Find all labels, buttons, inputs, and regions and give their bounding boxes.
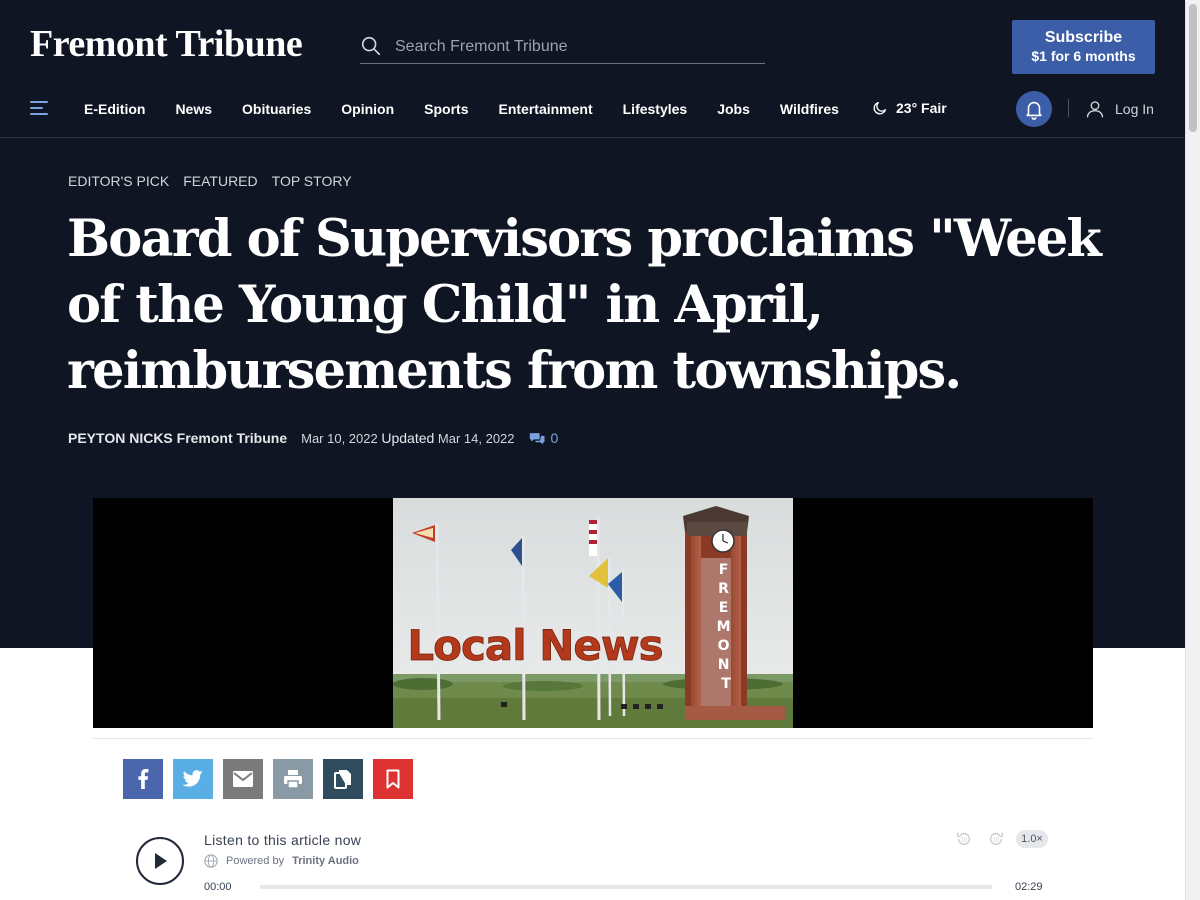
subscribe-offer: $1 for 6 months [1031, 48, 1136, 64]
skip-back-seconds: 10 [961, 838, 968, 844]
search-icon[interactable] [360, 35, 382, 57]
listen-label: Listen to this article now [204, 832, 362, 848]
svg-text:F R E: F R E M O N T [717, 562, 736, 692]
playback-speed-button[interactable]: 1.0× [1016, 830, 1048, 848]
skip-forward-icon[interactable]: 10 [987, 830, 1005, 848]
author-link[interactable]: PEYTON NICKS Fremont Tribune [68, 430, 287, 446]
menu-icon[interactable] [30, 100, 50, 116]
nav-items: E-Edition News Obituaries Opinion Sports… [84, 101, 869, 117]
local-news-photo: F R E M O N T Local News [393, 498, 793, 728]
facebook-icon [138, 769, 149, 789]
share-facebook-button[interactable] [123, 759, 163, 799]
article-dates: Mar 10, 2022 Updated Mar 14, 2022 [301, 430, 514, 446]
comments-link[interactable]: 0 [529, 430, 559, 446]
updated-label: Updated [381, 430, 435, 446]
email-icon [233, 771, 253, 787]
search-bar[interactable] [360, 30, 765, 64]
login-label: Log In [1115, 101, 1154, 117]
nav-item-obituaries[interactable]: Obituaries [242, 101, 311, 117]
bell-icon [1026, 101, 1042, 120]
skip-forward-seconds: 10 [993, 838, 1000, 844]
audio-progress-bar[interactable] [260, 885, 992, 889]
tag-featured[interactable]: FEATURED [183, 173, 257, 189]
login-link[interactable]: Log In [1085, 99, 1154, 119]
nav-item-wildfires[interactable]: Wildfires [780, 101, 839, 117]
time-total: 02:29 [1015, 881, 1043, 893]
weather-text: 23° Fair [896, 100, 947, 116]
nav-item-jobs[interactable]: Jobs [717, 101, 750, 117]
main-nav: E-Edition News Obituaries Opinion Sports… [0, 88, 1185, 138]
local-news-overlay: Local News [407, 621, 662, 670]
copy-icon [334, 770, 351, 789]
share-email-button[interactable] [223, 759, 263, 799]
scrollbar-thumb[interactable] [1189, 4, 1197, 132]
tag-top-story[interactable]: TOP STORY [272, 173, 352, 189]
updated-date: Mar 14, 2022 [437, 431, 515, 446]
play-icon [155, 853, 167, 869]
nav-item-news[interactable]: News [175, 101, 212, 117]
nav-item-opinion[interactable]: Opinion [341, 101, 394, 117]
page-scrollbar[interactable] [1185, 0, 1200, 900]
print-button[interactable] [273, 759, 313, 799]
lead-image[interactable]: F R E M O N T Local News [393, 498, 793, 728]
notifications-button[interactable] [1016, 91, 1052, 127]
user-icon [1086, 101, 1104, 118]
weather-widget[interactable]: 23° Fair [872, 100, 947, 116]
nav-item-sports[interactable]: Sports [424, 101, 468, 117]
twitter-icon [182, 770, 203, 787]
tag-editors-pick[interactable]: EDITOR'S PICK [68, 173, 169, 189]
play-button[interactable] [136, 837, 184, 885]
site-logo[interactable]: Fremont Tribune [30, 22, 303, 66]
audio-player: Listen to this article now Powered by Tr… [123, 822, 1063, 900]
skip-back-icon[interactable]: 10 [955, 830, 973, 848]
moon-icon [873, 102, 886, 115]
bookmark-button[interactable] [373, 759, 413, 799]
nav-item-lifestyles[interactable]: Lifestyles [623, 101, 688, 117]
share-bar [123, 759, 413, 799]
lead-image-container[interactable]: F R E M O N T Local News [93, 498, 1093, 728]
time-current: 00:00 [204, 881, 232, 893]
subscribe-label: Subscribe [1044, 29, 1123, 46]
copy-link-button[interactable] [323, 759, 363, 799]
published-date: Mar 10, 2022 [301, 431, 378, 446]
nav-item-e-edition[interactable]: E-Edition [84, 101, 145, 117]
search-input[interactable] [393, 33, 757, 61]
subscribe-button[interactable]: Subscribe $1 for 6 months [1012, 20, 1155, 74]
article-tags: EDITOR'S PICK FEATURED TOP STORY [68, 173, 352, 189]
byline: PEYTON NICKS Fremont Tribune Mar 10, 202… [68, 430, 558, 446]
comment-count: 0 [550, 430, 559, 446]
powered-by: Powered by Trinity Audio [204, 854, 359, 868]
powered-brand-link[interactable]: Trinity Audio [292, 855, 359, 867]
media-divider [93, 738, 1093, 739]
nav-item-entertainment[interactable]: Entertainment [499, 101, 593, 117]
nav-divider [1068, 99, 1069, 117]
print-icon [284, 770, 302, 789]
powered-prefix: Powered by [226, 855, 285, 867]
comments-icon [529, 433, 545, 445]
article-headline: Board of Supervisors proclaims "Week of … [67, 209, 1102, 401]
globe-icon [204, 854, 218, 868]
bookmark-icon [386, 769, 400, 789]
share-twitter-button[interactable] [173, 759, 213, 799]
